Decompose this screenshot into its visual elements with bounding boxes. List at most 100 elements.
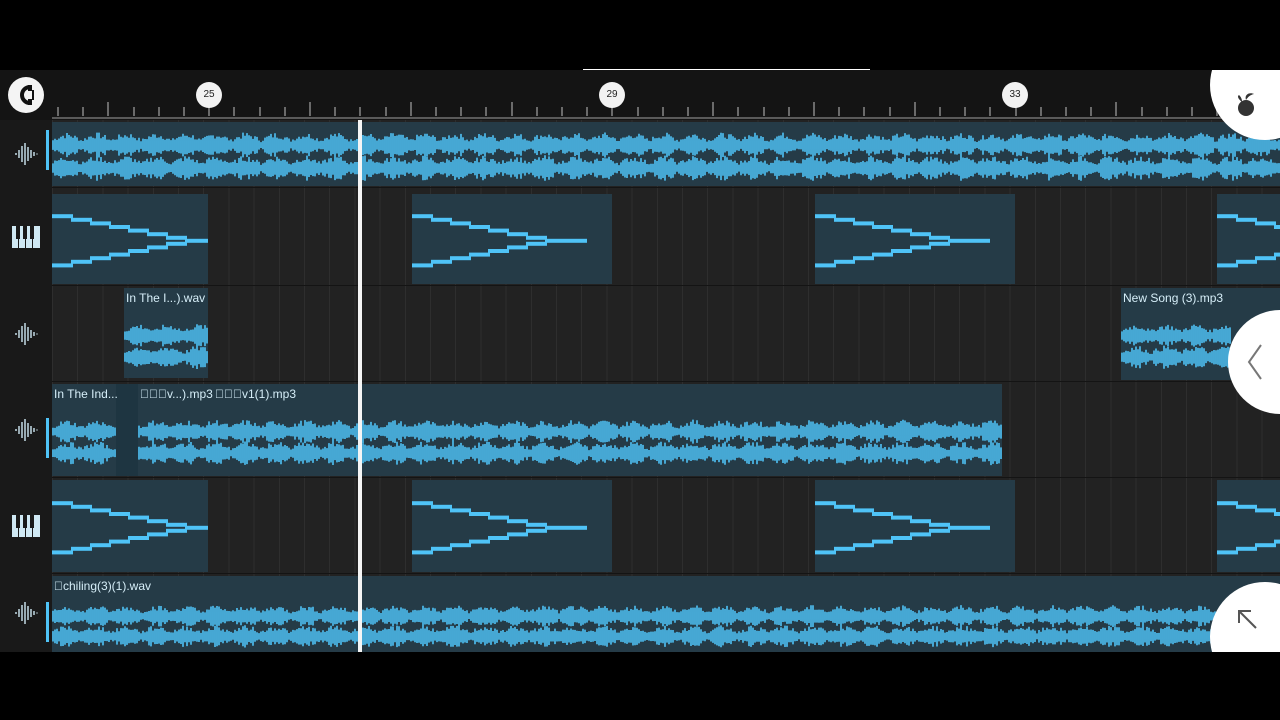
ruler-tick (637, 107, 639, 116)
note (109, 225, 130, 229)
note (853, 508, 874, 513)
pattern-clip[interactable] (815, 480, 1015, 572)
note (166, 235, 187, 240)
note (507, 532, 528, 537)
note (469, 252, 490, 257)
timeline-ruler[interactable]: 25 29 33 (0, 70, 1280, 120)
note (185, 525, 208, 530)
note (166, 528, 187, 533)
note (71, 546, 92, 551)
note (872, 539, 893, 544)
ruler-tick (233, 107, 235, 116)
chevron-left-icon (1247, 344, 1262, 380)
pattern-notes (1217, 214, 1280, 268)
note (147, 532, 168, 537)
note (507, 245, 528, 250)
note (872, 252, 893, 257)
arrow-up-left-icon (1238, 610, 1257, 629)
ruler-tick (1115, 102, 1117, 116)
note (853, 221, 874, 226)
note (1217, 550, 1238, 555)
track-lane-2[interactable] (52, 188, 1280, 285)
clip-label: In The I...).wav (126, 291, 206, 305)
note (815, 501, 836, 506)
track-lane-5[interactable] (52, 478, 1280, 573)
ruler-tick (838, 107, 840, 116)
note (929, 241, 950, 246)
note (910, 245, 931, 250)
ruler-tick (133, 107, 135, 116)
waveform-path (52, 132, 1280, 181)
note (853, 256, 874, 261)
note (450, 543, 471, 548)
clip-label-in-the-ind: In The Ind... (54, 387, 118, 401)
track-4-header[interactable] (0, 382, 52, 477)
playhead[interactable] (358, 120, 362, 652)
note (834, 546, 855, 551)
note (71, 259, 92, 264)
ruler-tick (1090, 107, 1092, 116)
note (488, 249, 509, 253)
track-5-header[interactable] (0, 478, 52, 573)
pattern-clip[interactable] (1217, 480, 1280, 572)
magnet-icon (20, 85, 34, 105)
track-lane-3[interactable] (52, 286, 1280, 381)
pattern-clip[interactable] (52, 480, 208, 572)
bar-marker-29[interactable]: 29 (599, 82, 625, 108)
bar-marker-25[interactable]: 25 (196, 82, 222, 108)
track-lanes: In The I...).wav New Song (3).mp3 In The… (52, 120, 1280, 652)
note (891, 515, 912, 520)
track-6-header[interactable] (0, 574, 52, 652)
waveform-icon (15, 322, 38, 345)
note (948, 238, 990, 243)
ruler-tick (662, 107, 664, 116)
waveform-icon (15, 418, 38, 441)
bar-marker-33[interactable]: 33 (1002, 82, 1028, 108)
ruler-tick (1141, 107, 1143, 116)
note (128, 228, 149, 233)
waveform-path (124, 324, 208, 369)
audio-clip-chiling[interactable]:  chiling(3)(1).wav (52, 576, 1280, 652)
ruler-tick (964, 107, 966, 116)
note (526, 528, 547, 533)
pattern-clip[interactable] (412, 194, 612, 284)
ruler-tick (914, 102, 916, 116)
clip-waveform (1121, 324, 1231, 369)
fruit-logo-icon (1238, 93, 1254, 116)
track-3-header[interactable] (0, 286, 52, 381)
ruler-tick (712, 102, 714, 116)
pattern-notes (52, 501, 208, 555)
note (412, 214, 433, 219)
note (488, 228, 509, 233)
note (526, 522, 547, 527)
pattern-notes (815, 214, 990, 268)
pattern-clip[interactable] (52, 194, 208, 284)
note (469, 512, 490, 516)
clip-waveform (52, 605, 1280, 648)
note (1217, 501, 1238, 506)
note (450, 221, 471, 226)
clip-label:  chiling(3)(1).wav (54, 579, 152, 593)
note (507, 232, 528, 237)
audio-clip-in-the-i[interactable]: In The I...).wav (124, 288, 208, 378)
note (431, 259, 452, 264)
note (815, 550, 836, 555)
note (815, 214, 836, 219)
track-1-header[interactable] (0, 120, 52, 187)
note (488, 515, 509, 520)
note (1255, 543, 1276, 548)
note (815, 263, 836, 268)
note (526, 241, 547, 246)
audio-clip[interactable] (52, 122, 1280, 186)
note (1255, 256, 1276, 261)
track-1-selected-indicator (46, 130, 49, 170)
note (1236, 259, 1257, 264)
track-2-header[interactable] (0, 188, 52, 285)
snap-magnet-button[interactable] (8, 77, 44, 113)
pattern-clip[interactable] (815, 194, 1015, 284)
note (469, 225, 490, 229)
pattern-clip[interactable] (412, 480, 612, 572)
pattern-clip[interactable] (1217, 194, 1280, 284)
note (891, 249, 912, 253)
waveform-path (52, 419, 1002, 466)
